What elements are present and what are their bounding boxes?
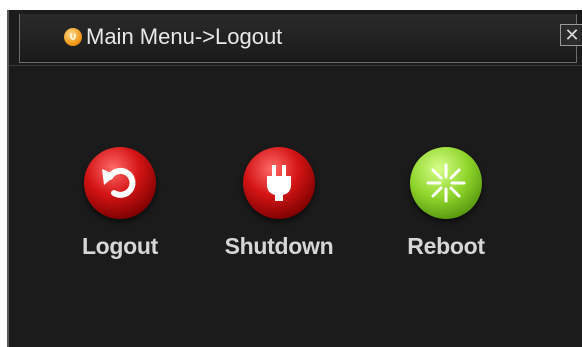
dialog-title: Main Menu->Logout bbox=[86, 24, 283, 49]
power-plug-icon bbox=[243, 147, 315, 219]
close-button[interactable]: ✕ bbox=[560, 24, 582, 46]
dialog-titlebar: Main Menu->Logout ✕ bbox=[19, 14, 582, 63]
undo-arrow-icon bbox=[84, 147, 156, 219]
restart-burst-icon bbox=[410, 147, 482, 219]
shutdown-label: Shutdown bbox=[224, 233, 334, 259]
shutdown-button[interactable]: Shutdown bbox=[204, 147, 354, 260]
logout-button[interactable]: Logout bbox=[45, 147, 195, 260]
reboot-label: Reboot bbox=[407, 233, 485, 259]
logout-label: Logout bbox=[81, 233, 159, 259]
title-separator bbox=[9, 65, 582, 66]
reboot-button[interactable]: Reboot bbox=[371, 147, 521, 260]
power-icon bbox=[64, 28, 82, 46]
logout-dialog: Main Menu->Logout ✕ Logout Shutdown Rebo… bbox=[7, 10, 582, 347]
